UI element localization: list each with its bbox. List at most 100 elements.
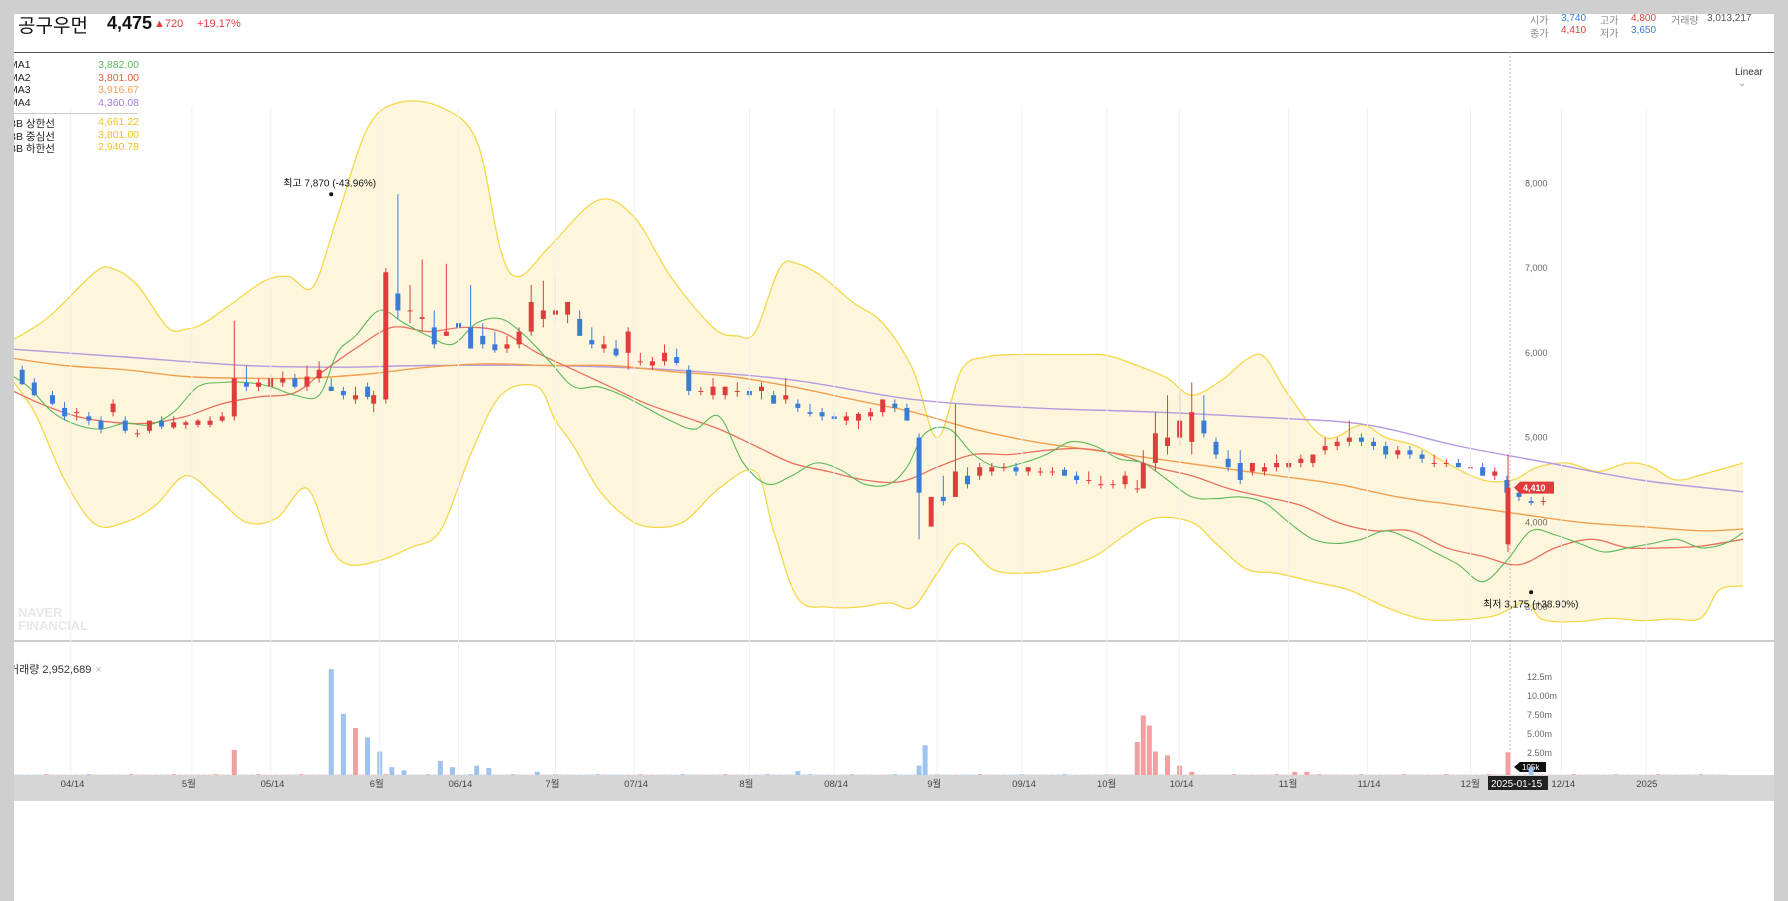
candle-body	[698, 390, 704, 392]
volume-bar	[437, 760, 443, 775]
candle-body	[771, 395, 777, 404]
candle-body	[243, 382, 249, 387]
volume-bar	[256, 774, 262, 775]
candle-body	[819, 412, 825, 417]
candle-body	[419, 317, 425, 319]
candle-body	[1152, 433, 1158, 463]
volume-bar	[1316, 774, 1322, 775]
candle-body	[589, 340, 595, 345]
volume-bar	[1189, 771, 1195, 775]
close-icon[interactable]: ×	[95, 664, 101, 676]
candle-body	[504, 344, 510, 349]
legend-item[interactable]: BB 상한선4,661.22	[14, 116, 139, 130]
candle-body	[1371, 441, 1377, 447]
candle-body	[1189, 412, 1195, 442]
candle-body	[328, 386, 334, 391]
volume-bar	[486, 767, 492, 775]
candle-body	[207, 420, 213, 425]
volume-tick-label: 12.5m	[1527, 672, 1552, 682]
candle-body	[795, 403, 801, 408]
price-chart[interactable]: 3,0004,0005,0006,0007,0008,0004,410최고 7,…	[14, 14, 1774, 901]
x-tick-label: 9월	[927, 778, 941, 790]
candle-body	[110, 403, 116, 413]
x-tick-label: 10/14	[1170, 779, 1194, 790]
candle-body	[528, 301, 534, 332]
candle-body	[1480, 467, 1486, 476]
candle-body	[468, 327, 474, 349]
x-tick-label: 7월	[545, 778, 559, 790]
candle-body	[1074, 475, 1080, 480]
candle-body	[122, 420, 128, 431]
candle-body	[431, 327, 437, 345]
legend-item[interactable]: BB 하한선 2,940.78	[14, 141, 139, 155]
candle-body	[1528, 501, 1534, 503]
volume-bar	[1165, 755, 1171, 775]
scale-mode-select[interactable]: Linear ⌄	[1735, 67, 1774, 89]
candle-body	[1298, 458, 1304, 463]
max-annotation: 최고 7,870 (-43.96%)	[283, 177, 376, 189]
candle-body	[1213, 441, 1219, 455]
chart-frame: 공구우먼 4,475 ▲720 +19.17% 시가 3,740 고가 4,80…	[14, 14, 1774, 901]
legend-separator	[14, 113, 137, 114]
candle-body	[480, 335, 486, 345]
legend-item[interactable]: MA4 4,360.08	[14, 97, 139, 110]
candle-body	[231, 378, 237, 417]
candle-body	[759, 386, 764, 391]
legend-item-value: 4,360.08	[98, 96, 139, 109]
volume-bar	[722, 774, 728, 775]
legend-item[interactable]: MA1 3,882.00	[14, 59, 139, 72]
legend-item-value: 4,661.22	[98, 116, 139, 128]
legend-item-value: 3,801.00	[98, 71, 139, 84]
candle-body	[674, 357, 680, 363]
volume-bar	[1134, 742, 1140, 775]
legend-item-value: 3,801.00	[98, 128, 139, 141]
x-tick-label: 8월	[739, 778, 753, 790]
volume-bar	[171, 774, 177, 775]
volume-bar	[43, 774, 49, 775]
legend-item[interactable]: MA2 3,801.00	[14, 72, 139, 85]
legend-item[interactable]: MA3 3,916.67	[14, 84, 139, 97]
candle-body	[292, 378, 298, 387]
chevron-down-icon: ⌄	[1738, 78, 1747, 89]
volume-bar	[1486, 774, 1492, 775]
candle-body	[1025, 467, 1031, 472]
candle-body	[98, 420, 104, 430]
min-point-marker	[1529, 590, 1534, 595]
candle-body	[1358, 437, 1364, 442]
volume-bar	[1146, 725, 1152, 775]
candle-body	[304, 376, 310, 387]
volume-bar	[1655, 774, 1661, 775]
candle-body	[86, 416, 92, 421]
x-tick-label: 06/14	[449, 779, 473, 790]
candle-body	[1086, 479, 1092, 481]
y-tick-label: 5,000	[1525, 433, 1548, 443]
volume-bar	[1062, 774, 1067, 775]
volume-bar	[922, 745, 928, 775]
date-marker-label: 2025-01-15	[1491, 779, 1543, 790]
candle-body	[868, 412, 874, 417]
volume-bar	[795, 771, 801, 775]
volume-bar	[231, 749, 237, 775]
candle-body	[316, 369, 322, 379]
candle-body	[31, 382, 37, 396]
volume-bar	[1274, 774, 1280, 775]
candle-body	[171, 422, 177, 428]
volume-bar	[1304, 771, 1310, 775]
candle-body	[383, 272, 389, 400]
volume-bar	[425, 774, 431, 775]
bollinger-band-fill	[14, 100, 1744, 622]
candle-body	[1407, 450, 1413, 455]
candle-body	[940, 496, 946, 502]
min-annotation: 최저 3,175 (+38.90%)	[1483, 598, 1578, 610]
x-tick-label: 07/14	[624, 779, 648, 790]
volume-bar	[128, 774, 134, 775]
candle-body	[1505, 487, 1511, 545]
volume-bar	[86, 774, 92, 775]
legend-item-name: MA2	[14, 71, 31, 84]
candle-body	[395, 293, 401, 311]
candle-body	[1237, 463, 1243, 480]
candle-body	[710, 386, 716, 396]
candle-body	[540, 310, 546, 319]
volume-bar	[1358, 774, 1364, 775]
legend-item[interactable]: BB 중심선3,801.00	[14, 128, 139, 143]
